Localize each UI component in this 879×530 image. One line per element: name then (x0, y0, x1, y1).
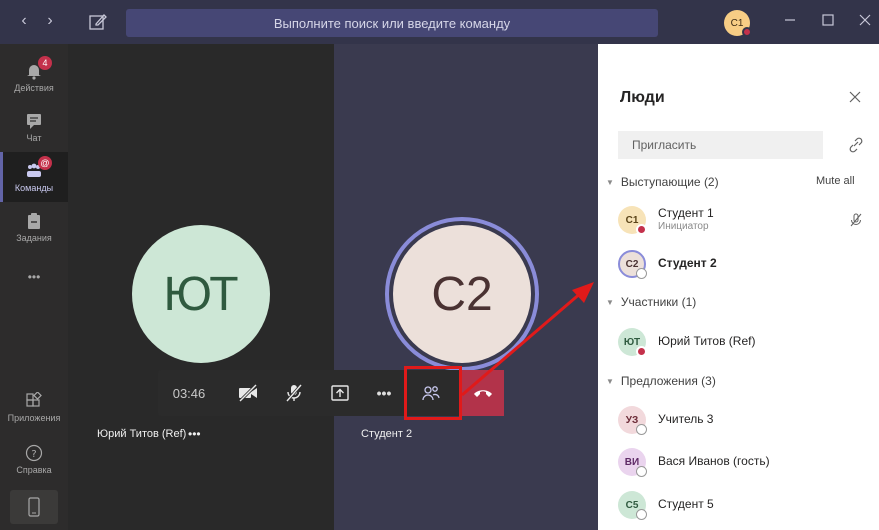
busy-status-icon (636, 346, 647, 357)
participant-name-right: Студент 2 (361, 428, 413, 440)
camera-toggle-button[interactable] (228, 370, 268, 416)
participant-name: Студент 1 (658, 206, 714, 220)
invite-input[interactable]: Пригласить (618, 131, 823, 159)
participant-name: Вася Иванов (гость) (658, 454, 770, 468)
chat-icon (24, 112, 44, 130)
busy-status-icon (742, 27, 752, 37)
mic-toggle-button[interactable] (276, 370, 312, 416)
share-screen-button[interactable] (322, 370, 358, 416)
attendees-section-header[interactable]: ▼ Участники (1) (606, 295, 696, 309)
teams-mention-badge: @ (38, 155, 52, 170)
participant-name: Юрий Титов (Ref) (658, 334, 756, 348)
maximize-icon[interactable] (820, 12, 836, 28)
rail-item-apps[interactable]: Приложения (0, 382, 68, 432)
phone-icon (28, 497, 40, 517)
participant-name: Студент 2 (658, 256, 717, 270)
participant-avatar-c2: C2 (393, 225, 531, 363)
camera-off-icon (238, 384, 258, 402)
participant-avatar-yt: ЮТ (132, 225, 270, 363)
more-actions-button[interactable]: ••• (366, 370, 402, 416)
rail-item-label: Приложения (7, 412, 61, 423)
busy-status-icon (636, 224, 647, 235)
offline-status-icon (636, 268, 647, 279)
compose-icon[interactable] (88, 12, 108, 32)
rail-item-assignments[interactable]: Задания (0, 202, 68, 252)
participants-button-highlight (404, 366, 462, 420)
participant-name: Учитель 3 (658, 412, 714, 426)
participant-role: Инициатор (658, 221, 709, 232)
hang-up-button[interactable] (462, 370, 504, 416)
participant-row[interactable]: C1 Студент 1 Инициатор (618, 206, 868, 238)
rail-item-label: Действия (14, 82, 54, 93)
forward-button[interactable]: › (42, 12, 58, 30)
hang-up-icon (474, 390, 492, 397)
participant-name: Студент 5 (658, 497, 714, 511)
panel-title: Люди (620, 89, 665, 106)
suggestions-section-header[interactable]: ▼ Предложения (3) (606, 374, 716, 388)
offline-status-icon (636, 509, 647, 520)
section-label: Участники (1) (620, 295, 697, 309)
collapse-caret-icon: ▼ (606, 177, 614, 187)
rail-item-chat[interactable]: Чат (0, 102, 68, 152)
rail-item-label: Команды (14, 182, 54, 193)
rail-item-label: Чат (26, 132, 42, 143)
svg-text:?: ? (31, 449, 36, 460)
rail-item-activity[interactable]: 4 Действия (0, 52, 68, 102)
rail-item-teams[interactable]: @ Команды (0, 152, 68, 202)
rail-item-help[interactable]: ? Справка (0, 434, 68, 484)
rail-item-more[interactable]: ••• (0, 252, 68, 302)
close-window-icon[interactable] (857, 12, 873, 28)
rail-item-label: Справка (16, 464, 52, 475)
people-panel: Люди Пригласить ▼ Выступающие (2) Mute a… (598, 44, 879, 530)
user-avatar[interactable]: C1 (724, 10, 752, 37)
collapse-caret-icon: ▼ (606, 376, 614, 386)
mute-all-button[interactable]: Mute all (816, 175, 855, 187)
search-input[interactable]: Выполните поиск или введите команду (126, 9, 658, 37)
minimize-icon[interactable] (782, 12, 798, 28)
participant-row[interactable]: ВИ Вася Иванов (гость) (618, 448, 868, 480)
help-icon: ? (24, 444, 44, 462)
share-screen-icon (331, 385, 349, 401)
presenters-section-header[interactable]: ▼ Выступающие (2) (606, 175, 719, 189)
copy-link-icon[interactable] (848, 137, 864, 153)
device-button[interactable] (10, 490, 58, 524)
section-label: Предложения (3) (620, 374, 716, 388)
offline-status-icon (636, 424, 647, 435)
more-icon: ••• (27, 270, 41, 284)
close-icon[interactable] (848, 90, 862, 104)
back-button[interactable]: ‹ (16, 12, 32, 30)
apps-icon (24, 390, 44, 410)
assignments-icon (24, 212, 44, 230)
collapse-caret-icon: ▼ (606, 297, 614, 307)
user-avatar-initials: C1 (730, 17, 744, 29)
mic-off-icon[interactable] (848, 212, 864, 228)
offline-status-icon (636, 466, 647, 477)
participant-row[interactable]: C5 Студент 5 (618, 491, 868, 523)
mic-off-icon (285, 384, 303, 402)
teams-icon: @ (24, 155, 52, 180)
app-rail: 4 Действия Чат @ Команды Задания ••• При… (0, 44, 68, 530)
participant-more-button[interactable]: ••• (188, 427, 201, 441)
participant-row[interactable]: C2 Студент 2 (618, 250, 868, 282)
participant-row[interactable]: ЮТ Юрий Титов (Ref) (618, 328, 868, 360)
bell-icon: 4 (24, 55, 52, 80)
title-bar: ‹ › Выполните поиск или введите команду … (0, 0, 879, 44)
call-timer: 03:46 (172, 385, 206, 401)
participant-name-left: Юрий Титов (Ref) (97, 428, 187, 440)
activity-badge: 4 (38, 55, 52, 70)
rail-item-label: Задания (16, 232, 52, 243)
participant-row[interactable]: УЗ Учитель 3 (618, 406, 868, 438)
section-label: Выступающие (2) (620, 175, 719, 189)
